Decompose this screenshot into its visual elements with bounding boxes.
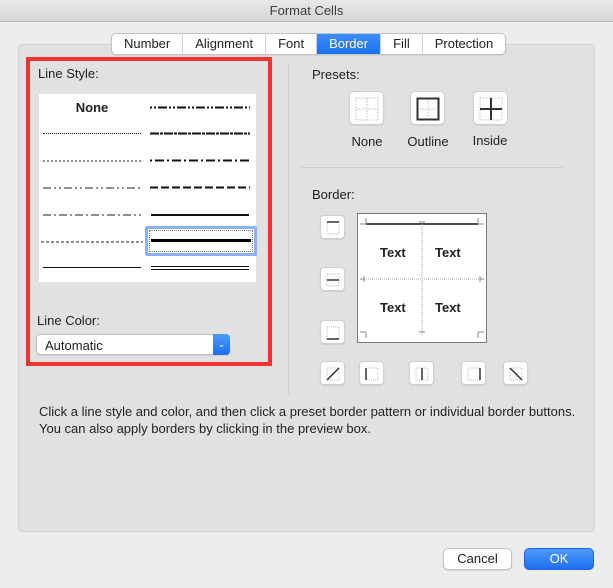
tab-alignment[interactable]: Alignment <box>183 34 267 54</box>
preview-text-bottom-right: Text <box>435 300 461 315</box>
line-style-dotted[interactable] <box>39 151 145 171</box>
preview-guides <box>360 218 484 338</box>
preset-none-label: None <box>351 134 383 149</box>
line-style-medium-dash-dot[interactable] <box>147 151 253 171</box>
border-inside-vertical-button[interactable] <box>409 361 434 385</box>
dotted-line <box>43 160 141 162</box>
border-top-button[interactable] <box>320 215 345 239</box>
border-bottom-icon <box>326 326 340 340</box>
preset-none-icon <box>355 97 379 121</box>
border-left-icon <box>365 367 379 381</box>
medium-dash-dot-dot-line <box>150 106 250 109</box>
line-style-label: Line Style: <box>38 66 99 81</box>
double-line <box>151 266 249 270</box>
tab-bar: Number Alignment Font Border Fill Protec… <box>111 33 507 55</box>
border-top-icon <box>326 221 340 235</box>
chevron-down-icon: ⌄ <box>213 334 230 355</box>
line-style-double[interactable] <box>147 258 253 278</box>
border-inside-vertical-icon <box>415 367 429 381</box>
preset-inside-button[interactable] <box>473 91 508 125</box>
border-inside-horizontal-icon <box>326 273 340 287</box>
help-text: Click a line style and color, and then c… <box>39 404 576 436</box>
preset-outline-icon <box>416 97 440 121</box>
preview-text-bottom-left: Text <box>380 300 406 315</box>
tab-font[interactable]: Font <box>266 34 318 54</box>
line-style-medium-dashed[interactable] <box>147 178 253 198</box>
line-style-dash-dot[interactable] <box>39 205 145 225</box>
ok-button[interactable]: OK <box>524 548 594 570</box>
dash-dot-dot-line <box>43 187 141 189</box>
tab-protection[interactable]: Protection <box>423 34 506 54</box>
border-diagonal-down-button[interactable] <box>503 361 528 385</box>
line-style-hairline[interactable] <box>39 124 145 144</box>
border-left-button[interactable] <box>359 361 384 385</box>
diagonal-up-icon <box>326 367 340 381</box>
preview-text-top-right: Text <box>435 245 461 260</box>
medium-dash-dot-line <box>150 159 250 162</box>
preview-text-top-left: Text <box>380 245 406 260</box>
border-right-icon <box>467 367 481 381</box>
preset-inside-icon <box>479 97 503 121</box>
window-title: Format Cells <box>269 3 344 18</box>
line-style-dash-dot-dot[interactable] <box>39 178 145 198</box>
border-inside-horizontal-button[interactable] <box>320 267 345 291</box>
tab-border[interactable]: Border <box>317 34 382 54</box>
line-style-thin[interactable] <box>39 258 145 278</box>
line-style-none-label: None <box>75 100 109 115</box>
border-label: Border: <box>312 187 355 202</box>
tab-fill[interactable]: Fill <box>381 34 423 54</box>
medium-line <box>151 214 249 216</box>
preset-inside-label: Inside <box>472 133 508 148</box>
line-color-label: Line Color: <box>37 313 100 328</box>
line-color-value: Automatic <box>45 338 103 353</box>
thick-line <box>151 239 251 242</box>
cancel-button[interactable]: Cancel <box>443 548 512 570</box>
border-diagonal-up-button[interactable] <box>320 361 345 385</box>
tab-number[interactable]: Number <box>112 34 184 54</box>
border-right-button[interactable] <box>461 361 486 385</box>
line-style-slanted-dash-dot[interactable] <box>147 124 253 144</box>
dashed-line <box>41 241 143 243</box>
window-titlebar: Format Cells <box>0 0 613 22</box>
vertical-divider <box>288 65 289 395</box>
presets-label: Presets: <box>312 67 360 82</box>
thin-line <box>43 267 141 268</box>
diagonal-down-icon <box>509 367 523 381</box>
line-style-medium[interactable] <box>147 205 253 225</box>
preset-outline-button[interactable] <box>410 91 445 125</box>
slanted-dash-dot-line <box>150 132 250 135</box>
line-color-select[interactable]: Automatic ⌄ <box>36 334 230 355</box>
border-bottom-button[interactable] <box>320 320 345 344</box>
line-style-medium-dash-dot-dot[interactable] <box>147 98 253 118</box>
dash-dot-line <box>43 214 141 216</box>
line-style-none[interactable]: None <box>39 98 145 118</box>
horizontal-divider <box>301 167 563 168</box>
preset-outline-label: Outline <box>407 134 449 149</box>
line-style-thick-selected[interactable] <box>145 226 257 256</box>
border-preview-box[interactable]: Text Text Text Text <box>357 213 487 343</box>
line-style-dashed[interactable] <box>39 232 145 252</box>
preset-none-button[interactable] <box>349 91 384 125</box>
line-style-list: None <box>39 94 257 282</box>
medium-dashed-line <box>150 186 250 189</box>
hairline-line <box>43 133 141 134</box>
